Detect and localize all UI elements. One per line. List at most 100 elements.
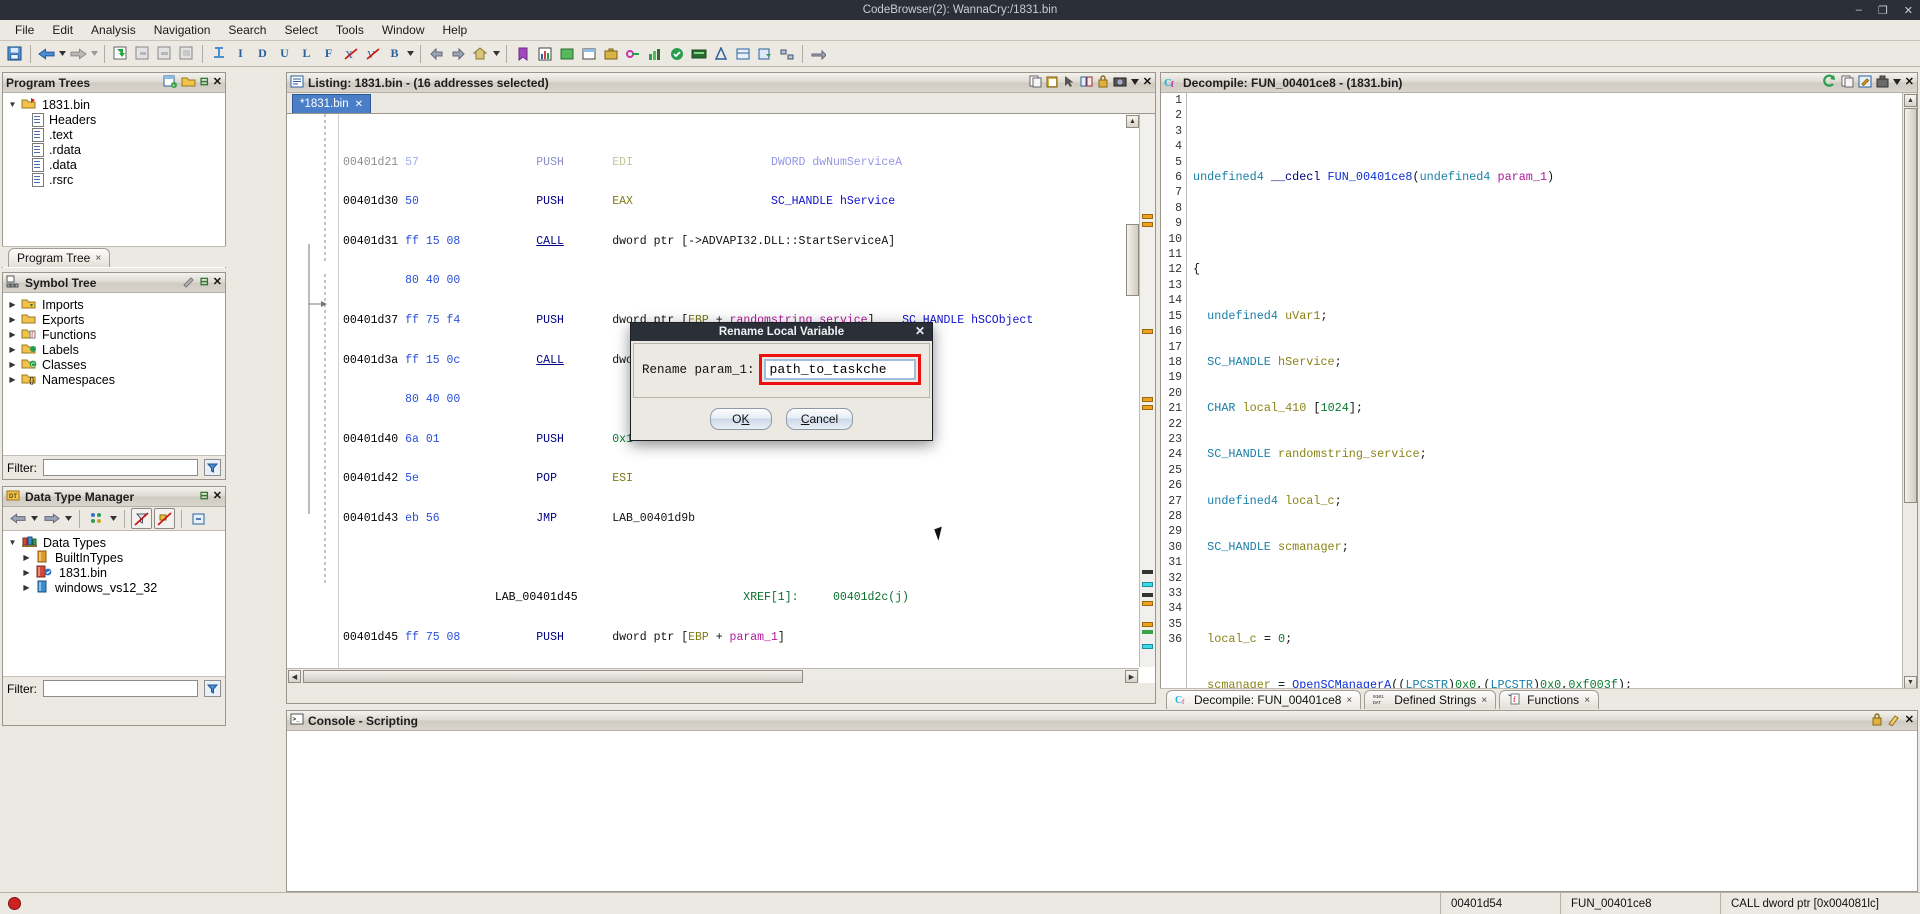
scroll-right-icon[interactable]: ▶ (1125, 670, 1138, 683)
paste-icon[interactable] (1046, 75, 1059, 91)
marker-highlight[interactable] (1142, 593, 1153, 597)
scrollbar-thumb[interactable] (1126, 224, 1139, 296)
close-icon[interactable]: ✕ (915, 324, 925, 338)
tab-functions[interactable]: f Functions × (1499, 690, 1600, 709)
tab-program-tree[interactable]: Program Tree × (8, 248, 111, 267)
sidebar-item-functions[interactable]: ▶ f Functions (7, 327, 225, 342)
close-icon[interactable]: ✕ (213, 77, 222, 88)
listing-row[interactable]: 00401d43 eb 56 JMP LAB_00401d9b (343, 512, 1139, 525)
sidebar-item-exports[interactable]: ▶ Exports (7, 312, 225, 327)
expand-toggle-icon[interactable]: ▶ (7, 360, 18, 369)
copy-icon[interactable] (1029, 75, 1042, 91)
forward-arrow-icon[interactable] (68, 43, 89, 64)
bars-icon[interactable] (644, 43, 665, 64)
camera-icon[interactable] (1113, 75, 1127, 90)
edit-icon[interactable] (182, 275, 196, 291)
lock-icon[interactable] (1097, 74, 1109, 91)
decompiler-scrollbar-vertical[interactable]: ▲ ▼ (1902, 93, 1917, 690)
clear-code-icon[interactable]: V (362, 43, 383, 64)
sidebar-item-imports[interactable]: ▶ Imports (7, 297, 225, 312)
open-folder-icon[interactable] (181, 75, 196, 91)
menu-arrow-icon[interactable] (1892, 77, 1901, 88)
forward-arrow-icon[interactable] (41, 508, 62, 529)
marker-cursor[interactable] (1142, 644, 1153, 649)
tree-node-headers[interactable]: Headers (7, 112, 225, 127)
close-icon[interactable]: × (1481, 695, 1487, 706)
expand-toggle-icon[interactable]: ▶ (7, 375, 18, 384)
sidebar-item-classes[interactable]: ▶ C Classes (7, 357, 225, 372)
home-icon[interactable] (470, 43, 491, 64)
expand-toggle-icon[interactable]: ▶ (21, 568, 32, 577)
check-circle-icon[interactable] (666, 43, 687, 64)
maximize-icon[interactable]: ❐ (1875, 4, 1891, 17)
close-icon[interactable]: × (1584, 695, 1590, 706)
snapshot-icon[interactable] (1876, 75, 1889, 91)
marker-bookmark[interactable] (1142, 214, 1153, 219)
lock-icon[interactable] (1871, 712, 1883, 729)
close-icon[interactable]: × (95, 253, 101, 264)
scrollbar-thumb[interactable] (1904, 108, 1917, 503)
listing-row[interactable]: 80 40 00 (343, 274, 1139, 287)
close-icon[interactable]: ✕ (355, 99, 363, 110)
console-body[interactable] (287, 731, 1917, 891)
menu-file[interactable]: File (6, 21, 43, 39)
close-icon[interactable]: ✕ (1905, 715, 1914, 726)
forward-nav-icon[interactable] (448, 43, 469, 64)
refresh-icon[interactable] (154, 43, 175, 64)
menu-tools[interactable]: Tools (327, 21, 373, 39)
diff-icon[interactable] (710, 43, 731, 64)
listing-row[interactable]: 00401d42 5e POP ESI (343, 472, 1139, 485)
refresh-icon[interactable] (1822, 74, 1837, 91)
filter-options-icon[interactable] (204, 459, 221, 476)
listing-row[interactable]: 00401d31 ff 15 08 CALL dword ptr [->ADVA… (343, 235, 1139, 248)
code-line[interactable]: SC_HANDLE scmanager; (1193, 540, 1917, 555)
tab-decompile[interactable]: Cf Decompile: FUN_00401ce8 × (1166, 690, 1362, 709)
listing-row[interactable]: 00401d45 ff 75 08 PUSH dword ptr [EBP + … (343, 631, 1139, 644)
tree-node-windows-vs12-32[interactable]: ▶ windows_vs12_32 (7, 580, 225, 595)
graph-icon[interactable] (776, 43, 797, 64)
tree-dropdown-icon[interactable] (109, 508, 118, 529)
close-icon[interactable]: ✕ (1905, 77, 1914, 88)
tab-defined-strings[interactable]: 0101 DAT Defined Strings × (1364, 690, 1497, 709)
marker-bookmark[interactable] (1142, 397, 1153, 402)
expand-toggle-icon[interactable]: ▶ (7, 330, 18, 339)
expand-toggle-icon[interactable]: ▶ (21, 553, 32, 562)
listing-row[interactable]: 00401d21 57 PUSH EDI DWORD dwNumServiceA (343, 156, 1139, 169)
close-icon[interactable]: ✕ (213, 277, 222, 288)
close-icon[interactable]: ✕ (213, 491, 222, 502)
listing-row[interactable]: 00401d30 50 PUSH EAX SC_HANDLE hService (343, 195, 1139, 208)
back-nav-icon[interactable] (426, 43, 447, 64)
menu-navigation[interactable]: Navigation (145, 21, 220, 39)
save-icon[interactable] (4, 43, 25, 64)
chart-icon[interactable] (534, 43, 555, 64)
tree-node-data-types[interactable]: ▼ Data Types (7, 535, 225, 550)
back-arrow-icon[interactable] (7, 508, 28, 529)
select-cursor-icon[interactable] (1063, 75, 1076, 91)
code-line[interactable]: { (1193, 262, 1917, 277)
clear-icon[interactable] (1887, 713, 1901, 729)
code-line[interactable] (1193, 586, 1917, 601)
collapse-icon[interactable]: ⊟ (200, 491, 209, 502)
memory-icon[interactable] (556, 43, 577, 64)
menu-edit[interactable]: Edit (43, 21, 82, 39)
marker-bookmark[interactable] (1142, 601, 1153, 606)
menu-select[interactable]: Select (275, 21, 326, 39)
bytes-icon[interactable]: B (384, 43, 405, 64)
tree-icon[interactable] (86, 508, 107, 529)
tree-node-builtintypes[interactable]: ▶ BuiltInTypes (7, 550, 225, 565)
code-line[interactable] (1193, 124, 1917, 139)
label-icon[interactable]: L (296, 43, 317, 64)
expand-toggle-icon[interactable]: ▶ (21, 583, 32, 592)
import-icon[interactable] (110, 43, 131, 64)
collapse-all-icon[interactable] (188, 508, 209, 529)
bookmark-icon[interactable] (512, 43, 533, 64)
export-table-icon[interactable] (754, 43, 775, 64)
expand-toggle-icon[interactable]: ▼ (7, 538, 18, 547)
data-type-filter-input[interactable] (43, 680, 198, 697)
back-arrow-icon[interactable] (36, 43, 57, 64)
decompiler-code[interactable]: undefined4 __cdecl FUN_00401ce8(undefine… (1187, 93, 1917, 690)
code-line[interactable]: undefined4 local_c; (1193, 494, 1917, 509)
menu-arrow-icon[interactable] (1130, 77, 1139, 88)
marker-bookmark[interactable] (1142, 405, 1153, 410)
diff-icon[interactable] (1080, 75, 1093, 91)
